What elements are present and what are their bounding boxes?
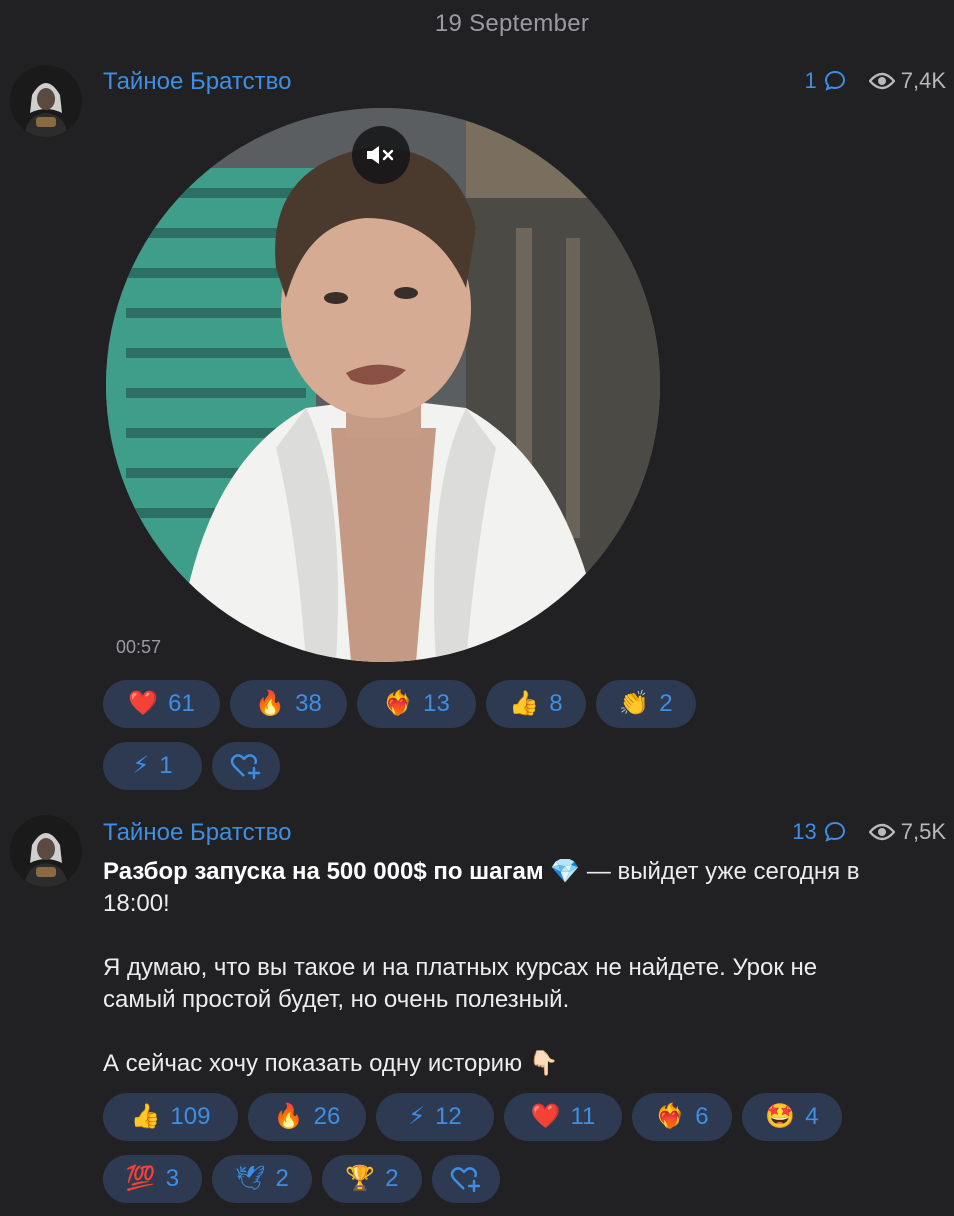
views: 7,5K — [868, 819, 946, 845]
post-meta: 13 7,5K — [792, 819, 946, 845]
video-frame — [106, 108, 660, 662]
reaction-heart[interactable]: ❤️ 11 — [504, 1093, 622, 1141]
fire-icon: 🔥 — [273, 1103, 304, 1130]
lightning-icon: ⚡ — [408, 1103, 426, 1130]
video-duration: 00:57 — [116, 637, 162, 657]
star-struck-icon: 🤩 — [765, 1103, 796, 1130]
reaction-heart[interactable]: ❤️ 61 — [103, 680, 220, 728]
channel-avatar[interactable] — [10, 65, 82, 137]
heart-on-fire-icon: ❤️‍🔥 — [655, 1103, 686, 1130]
reaction-heart-on-fire[interactable]: ❤️‍🔥 6 — [632, 1093, 732, 1141]
channel-name[interactable]: Тайное Братство — [103, 68, 291, 96]
reaction-count: 2 — [659, 690, 673, 717]
post-paragraph-2: Я думаю, что вы такое и на платных курса… — [103, 954, 818, 1013]
reaction-dove[interactable]: 🕊 2 — [212, 1155, 312, 1203]
reaction-thumbs-up[interactable]: 👍 109 — [103, 1093, 238, 1141]
views: 7,4K — [868, 68, 946, 94]
reaction-heart-on-fire[interactable]: ❤️‍🔥 13 — [357, 680, 476, 728]
add-reaction-icon — [450, 1167, 481, 1193]
reaction-clap[interactable]: 👏 2 — [596, 680, 696, 728]
heart-on-fire-icon: ❤️‍🔥 — [383, 690, 414, 717]
reaction-count: 26 — [313, 1103, 341, 1130]
comment-count[interactable]: 1 — [804, 68, 816, 94]
thumbs-up-icon: 👍 — [130, 1103, 161, 1130]
reaction-count: 6 — [695, 1103, 709, 1130]
reaction-fire[interactable]: 🔥 26 — [248, 1093, 366, 1141]
channel-avatar[interactable] — [10, 815, 82, 887]
view-count: 7,4K — [900, 68, 946, 93]
reaction-thumbs-up[interactable]: 👍 8 — [486, 680, 586, 728]
thumbs-up-icon: 👍 — [509, 690, 540, 717]
reaction-hundred[interactable]: 💯 3 — [103, 1155, 202, 1203]
mute-button[interactable] — [352, 126, 410, 184]
reaction-fire[interactable]: 🔥 38 — [230, 680, 347, 728]
video-message[interactable] — [106, 108, 660, 662]
date-separator: 19 September — [434, 10, 590, 37]
post-text: Разбор запуска на 500 000$ по шагам 💎 — … — [103, 856, 863, 1112]
add-reaction-icon — [230, 754, 261, 780]
add-reaction-button[interactable] — [432, 1155, 500, 1203]
reaction-count: 61 — [168, 690, 195, 717]
reaction-lightning[interactable]: ⚡ 1 — [103, 742, 202, 790]
heart-icon: ❤️ — [128, 690, 159, 717]
pointing-down-icon: 👇🏻 — [528, 1050, 559, 1077]
avatar-image — [10, 65, 82, 137]
reaction-count: 109 — [170, 1103, 211, 1130]
eye-icon — [868, 823, 895, 841]
lightning-icon: ⚡ — [132, 752, 150, 779]
speaker-muted-icon — [367, 146, 394, 164]
reaction-count: 3 — [165, 1165, 180, 1192]
reaction-trophy[interactable]: 🏆 2 — [322, 1155, 422, 1203]
trophy-icon: 🏆 — [345, 1165, 376, 1192]
clap-icon: 👏 — [619, 690, 650, 717]
reaction-count: 1 — [159, 752, 173, 779]
reaction-count: 8 — [549, 690, 563, 717]
reaction-count: 11 — [570, 1103, 596, 1130]
add-reaction-button[interactable] — [212, 742, 280, 790]
comment-icon[interactable] — [823, 69, 847, 93]
reaction-count: 2 — [385, 1165, 399, 1192]
gem-icon: 💎 — [550, 858, 581, 885]
comment-count[interactable]: 13 — [792, 819, 816, 845]
avatar-image — [10, 815, 82, 887]
fire-icon: 🔥 — [255, 690, 286, 717]
eye-icon — [868, 72, 895, 90]
view-count: 7,5K — [900, 819, 946, 844]
reaction-count: 13 — [423, 690, 450, 717]
reaction-count: 38 — [295, 690, 322, 717]
reaction-star-struck[interactable]: 🤩 4 — [742, 1093, 842, 1141]
post-paragraph-1: Разбор запуска на 500 000$ по шагам 💎 — … — [103, 856, 863, 920]
post-headline: Разбор запуска на 500 000$ по шагам — [103, 858, 544, 885]
post-meta: 1 7,4K — [804, 68, 946, 94]
heart-icon: ❤️ — [530, 1103, 561, 1130]
post-paragraph-3: А сейчас хочу показать одну историю 👇🏻 — [103, 1048, 863, 1080]
reaction-count: 12 — [435, 1103, 462, 1130]
reaction-lightning[interactable]: ⚡ 12 — [376, 1093, 494, 1141]
channel-name[interactable]: Тайное Братство — [103, 819, 291, 847]
post-paragraph-3-text: А сейчас хочу показать одну историю — [103, 1050, 529, 1077]
reaction-count: 2 — [275, 1165, 289, 1192]
reaction-count: 4 — [805, 1103, 819, 1130]
comment-icon[interactable] — [823, 820, 847, 844]
dove-icon: 🕊 — [235, 1165, 266, 1192]
hundred-icon: 💯 — [125, 1165, 156, 1192]
